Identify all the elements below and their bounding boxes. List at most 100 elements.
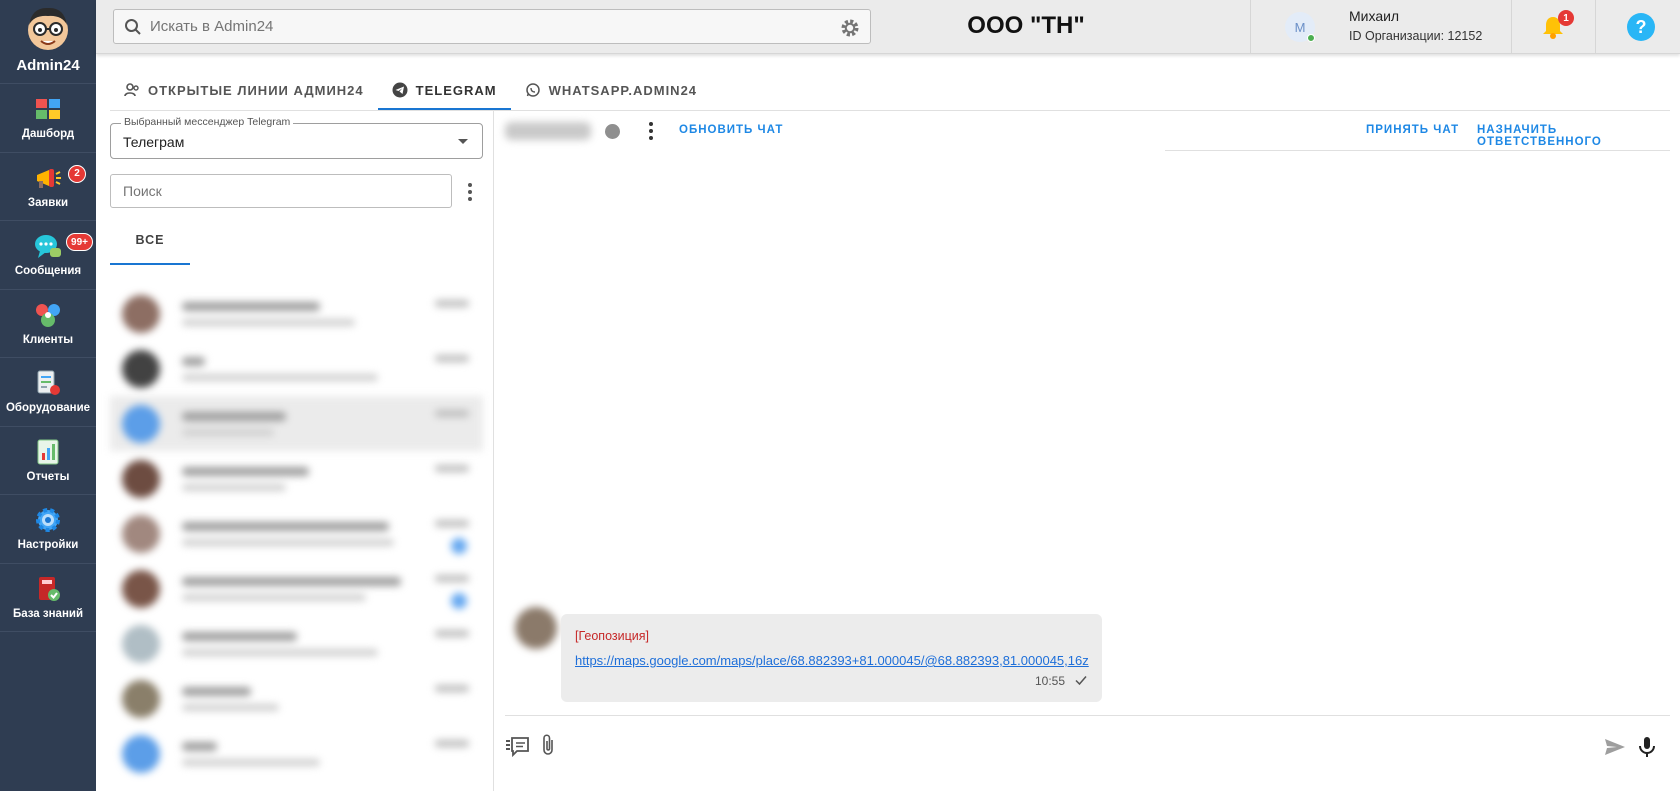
avatar bbox=[122, 624, 160, 663]
sidebar: Admin24 Дашборд Заявки 2 Сообщения 99+ К… bbox=[0, 0, 96, 791]
chat-header-divider bbox=[1165, 150, 1670, 151]
requests-count-badge: 2 bbox=[68, 164, 86, 183]
sidebar-item-reports[interactable]: Отчеты bbox=[0, 427, 96, 495]
avatar bbox=[122, 514, 160, 553]
knowledge-book-icon bbox=[39, 576, 60, 601]
organization-title: ООО "ТН" bbox=[967, 12, 1085, 39]
global-search[interactable] bbox=[113, 9, 871, 44]
message-time: 10:55 bbox=[1034, 674, 1065, 688]
search-icon bbox=[125, 18, 141, 35]
list-item[interactable] bbox=[110, 671, 483, 726]
list-item[interactable] bbox=[110, 341, 483, 396]
list-item[interactable] bbox=[110, 451, 483, 506]
chat-contact-name bbox=[505, 122, 591, 140]
user-profile[interactable]: М Михаил ID Организации: 12152 bbox=[1250, 0, 1512, 54]
avatar bbox=[122, 569, 160, 608]
sidebar-item-label: Клиенты bbox=[22, 333, 74, 346]
more-vert-icon[interactable] bbox=[462, 181, 478, 203]
microphone-icon[interactable] bbox=[1635, 735, 1659, 759]
sidebar-item-dashboard[interactable]: Дашборд bbox=[0, 84, 96, 153]
list-item[interactable] bbox=[110, 396, 483, 451]
messages-count-badge: 99+ bbox=[66, 233, 93, 251]
global-search-input[interactable] bbox=[150, 18, 810, 35]
chat-search[interactable] bbox=[110, 174, 452, 208]
tab-telegram[interactable]: TELEGRAM bbox=[377, 70, 511, 110]
notifications[interactable]: 1 bbox=[1512, 0, 1596, 54]
contact-status-dot bbox=[605, 124, 620, 139]
message-bubble: [Геопозиция] https://maps.google.com/map… bbox=[561, 614, 1102, 702]
map-link[interactable]: https://maps.google.com/maps/place/68.88… bbox=[575, 653, 1089, 668]
organization-id: ID Организации: 12152 bbox=[1349, 29, 1483, 43]
user-name: Михаил bbox=[1349, 8, 1400, 24]
list-item[interactable] bbox=[110, 506, 483, 561]
whatsapp-icon bbox=[525, 83, 540, 97]
sidebar-item-label: Настройки bbox=[17, 539, 79, 552]
chat-search-input[interactable] bbox=[123, 183, 423, 199]
sidebar-item-requests[interactable]: Заявки 2 bbox=[0, 153, 96, 221]
filter-tab-all[interactable]: ВСЕ bbox=[110, 233, 190, 265]
attachment-icon[interactable] bbox=[537, 733, 561, 757]
sidebar-item-label: База знаний bbox=[12, 607, 84, 620]
sidebar-item-knowledge-base[interactable]: База знаний bbox=[0, 564, 96, 632]
list-item[interactable] bbox=[110, 561, 483, 616]
list-item[interactable] bbox=[110, 286, 483, 341]
admin-face-icon bbox=[28, 7, 68, 50]
chat-bubble-icon bbox=[35, 235, 61, 259]
brand-name: Admin24 bbox=[16, 57, 80, 74]
messenger-select-label: Выбранный мессенджер Telegram bbox=[121, 116, 294, 128]
tab-label: TELEGRAM bbox=[415, 82, 497, 98]
sidebar-item-label: Отчеты bbox=[26, 470, 70, 483]
tab-whatsapp[interactable]: WHATSAPP.ADMIN24 bbox=[511, 70, 711, 110]
sidebar-item-label: Дашборд bbox=[21, 128, 75, 141]
list-item[interactable] bbox=[110, 616, 483, 671]
avatar bbox=[122, 349, 160, 388]
avatar bbox=[122, 459, 160, 498]
tab-label: WHATSAPP.ADMIN24 bbox=[548, 82, 698, 98]
send-icon[interactable] bbox=[1603, 735, 1627, 759]
sidebar-item-equipment[interactable]: Оборудование bbox=[0, 358, 96, 427]
more-vert-icon[interactable] bbox=[645, 121, 657, 141]
accept-chat-button[interactable]: ПРИНЯТЬ ЧАТ bbox=[1366, 124, 1459, 136]
settings-gear-icon bbox=[36, 508, 60, 533]
dashboard-icon bbox=[36, 99, 60, 120]
chat-window: ОБНОВИТЬ ЧАТ ПРИНЯТЬ ЧАТ НАЗНАЧИТЬ ОТВЕТ… bbox=[495, 111, 1670, 791]
avatar bbox=[122, 294, 160, 333]
megaphone-icon bbox=[37, 168, 61, 188]
chat-list-panel: Выбранный мессенджер Telegram Телеграм В… bbox=[110, 111, 494, 791]
list-item[interactable] bbox=[110, 726, 483, 781]
sidebar-item-label: Сообщения bbox=[14, 265, 82, 278]
telegram-icon bbox=[392, 82, 408, 98]
equipment-icon bbox=[37, 370, 60, 396]
check-icon bbox=[1075, 676, 1087, 686]
tab-open-lines[interactable]: ОТКРЫТЫЕ ЛИНИИ АДМИН24 bbox=[110, 70, 378, 110]
help-button[interactable]: ? bbox=[1627, 13, 1655, 41]
assign-responsible-button[interactable]: НАЗНАЧИТЬ ОТВЕТСТВЕННОГО bbox=[1477, 124, 1670, 148]
chevron-down-icon bbox=[458, 139, 468, 144]
reports-icon bbox=[37, 439, 59, 465]
messenger-select[interactable]: Выбранный мессенджер Telegram Телеграм bbox=[110, 116, 483, 159]
sidebar-item-label: Заявки bbox=[27, 196, 69, 209]
search-settings-gear-icon[interactable] bbox=[840, 18, 860, 38]
messenger-tabs: ОТКРЫТЫЕ ЛИНИИ АДМИН24 TELEGRAM WHATSAPP… bbox=[110, 70, 711, 110]
refresh-chat-button[interactable]: ОБНОВИТЬ ЧАТ bbox=[679, 124, 783, 136]
chat-list bbox=[110, 286, 483, 781]
avatar bbox=[515, 607, 557, 649]
app-root: Admin24 Дашборд Заявки 2 Сообщения 99+ К… bbox=[0, 0, 1680, 791]
notifications-count-badge: 1 bbox=[1558, 10, 1574, 26]
avatar bbox=[122, 679, 160, 718]
sidebar-item-settings[interactable]: Настройки bbox=[0, 495, 96, 564]
sidebar-item-messages[interactable]: Сообщения 99+ bbox=[0, 221, 96, 290]
users-icon bbox=[124, 83, 139, 97]
online-status-dot bbox=[1307, 34, 1315, 42]
geolocation-label: [Геопозиция] bbox=[575, 629, 649, 643]
composer-divider bbox=[505, 715, 1670, 716]
sidebar-item-clients[interactable]: Клиенты bbox=[0, 290, 96, 358]
quick-replies-icon[interactable] bbox=[505, 734, 529, 758]
avatar bbox=[122, 734, 160, 773]
messenger-select-value: Телеграм bbox=[123, 134, 185, 150]
sidebar-item-label: Оборудование bbox=[5, 402, 91, 415]
avatar bbox=[122, 404, 160, 443]
brand-logo[interactable]: Admin24 bbox=[0, 0, 96, 84]
clients-icon bbox=[36, 303, 60, 327]
top-bar: ООО "ТН" М Михаил ID Организации: 12152 … bbox=[96, 0, 1680, 54]
